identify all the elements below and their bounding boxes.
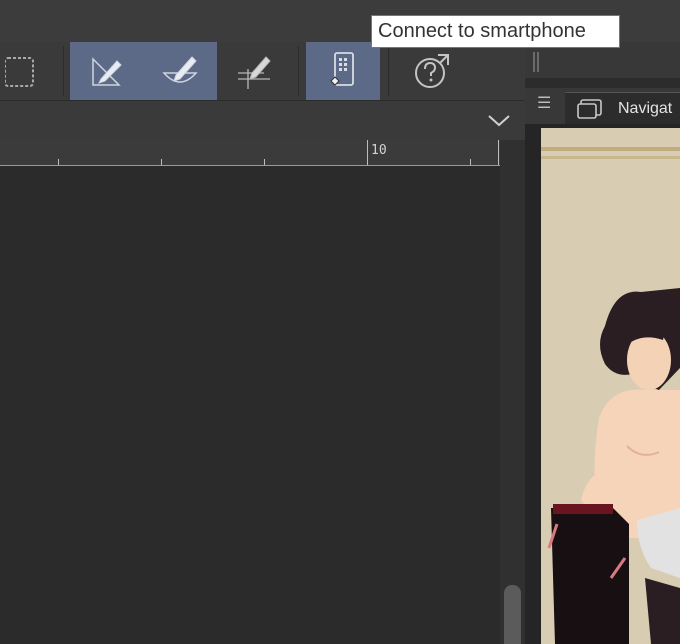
connect-smartphone-button[interactable] xyxy=(306,42,380,100)
ruler-tick xyxy=(470,159,471,165)
vertical-scrollbar[interactable] xyxy=(500,140,525,644)
selection-rectangle-icon xyxy=(4,57,34,87)
smartphone-icon xyxy=(330,52,354,86)
navigator-preview[interactable] xyxy=(525,124,680,644)
panel-grip[interactable] xyxy=(537,52,539,72)
canvas-header-bar xyxy=(0,101,525,140)
tab-navigator[interactable]: Navigat xyxy=(565,92,680,125)
tab-navigator-label: Navigat xyxy=(618,100,673,117)
ruler-tick xyxy=(367,140,368,165)
curve-ruler-pen-icon xyxy=(162,56,198,83)
selection-tool-button[interactable] xyxy=(0,42,45,100)
toolbar-separator xyxy=(388,46,389,96)
canvas-area[interactable] xyxy=(0,166,500,644)
ruler-tick xyxy=(264,159,265,165)
ruler-tool-button[interactable] xyxy=(70,42,143,100)
ruler-pen-icon xyxy=(91,57,122,86)
ruler-tick xyxy=(58,159,59,165)
chevron-down-icon[interactable] xyxy=(487,109,511,133)
panel-grip[interactable] xyxy=(533,52,535,72)
perspective-ruler-button[interactable] xyxy=(217,42,290,100)
ruler-label: 10 xyxy=(371,143,387,158)
perspective-ruler-pen-icon xyxy=(237,56,271,89)
navigator-panel: ☰ Navigat xyxy=(525,42,680,644)
help-icon xyxy=(415,54,449,88)
help-button[interactable] xyxy=(396,42,468,100)
toolbar-separator xyxy=(298,46,299,96)
menu-icon[interactable]: ☰ xyxy=(537,96,551,112)
command-bar xyxy=(0,42,525,101)
scrollbar-thumb[interactable] xyxy=(504,585,521,644)
horizontal-ruler: 10 xyxy=(0,140,500,166)
ruler-tick xyxy=(498,140,499,165)
toolbar-separator xyxy=(63,46,64,96)
panel-tab-bar: ☰ Navigat xyxy=(525,88,680,125)
curve-ruler-button[interactable] xyxy=(143,42,217,100)
ruler-tick xyxy=(161,159,162,165)
navigator-icon xyxy=(577,99,602,119)
tooltip: Connect to smartphone xyxy=(371,15,620,48)
illustration-preview xyxy=(541,128,680,644)
